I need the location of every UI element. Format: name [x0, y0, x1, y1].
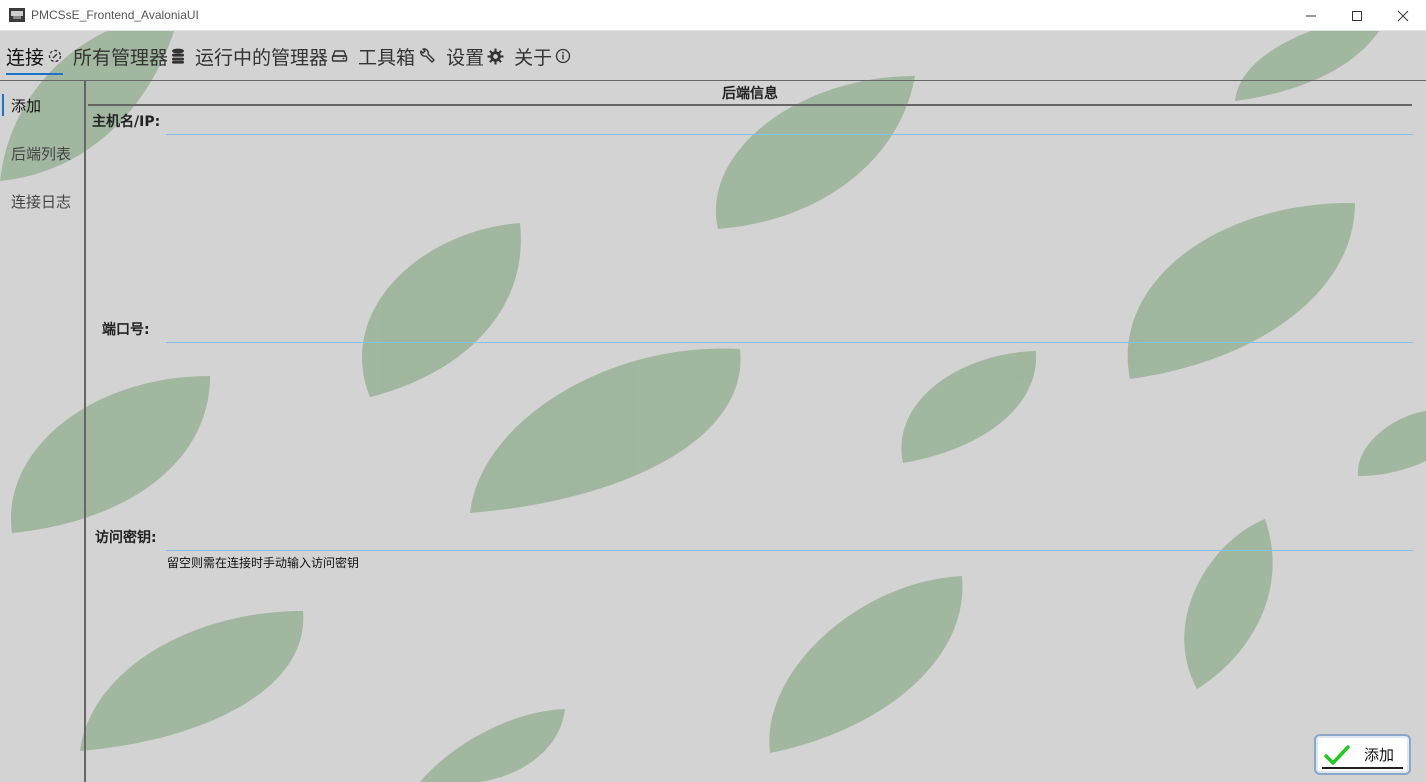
button-focus-underline — [1322, 767, 1403, 769]
tab-label: 运行中的管理器 — [195, 46, 329, 69]
sidebar-item-label: 连接日志 — [11, 192, 72, 211]
close-icon — [1397, 10, 1409, 21]
tab-toolbox[interactable]: 工具箱 — [358, 31, 436, 81]
tab-about[interactable]: 关于 — [514, 31, 571, 81]
port-label: 端口号: — [102, 322, 150, 338]
info-icon — [555, 48, 571, 64]
tab-label: 关于 — [514, 46, 553, 69]
add-button-label: 添加 — [1364, 746, 1395, 764]
backend-info-header: 后端信息 — [88, 82, 1412, 106]
minimize-button[interactable] — [1288, 0, 1334, 31]
maximize-button[interactable] — [1334, 0, 1380, 31]
tab-label: 设置 — [446, 46, 485, 69]
access-key-hint: 留空则需在连接时手动输入访问密钥 — [167, 556, 360, 570]
tab-settings[interactable]: 设置 — [446, 31, 504, 81]
hard-drive-icon — [331, 49, 348, 63]
tab-connect[interactable]: 连接 — [6, 31, 64, 81]
title-bar: PMCSsE_Frontend_AvaloniaUI — [0, 0, 1426, 31]
sidebar: 添加 后端列表 连接日志 — [0, 81, 86, 782]
sidebar-item-backend-list[interactable]: 后端列表 — [0, 129, 84, 177]
sidebar-item-label: 添加 — [11, 96, 42, 115]
window-title: PMCSsE_Frontend_AvaloniaUI — [31, 8, 199, 22]
host-input[interactable] — [166, 111, 1413, 135]
tab-label: 工具箱 — [358, 46, 416, 69]
close-button[interactable] — [1380, 0, 1426, 31]
plug-icon — [47, 48, 63, 64]
tab-running-managers[interactable]: 运行中的管理器 — [195, 31, 348, 81]
leaf-background-image — [0, 31, 1426, 782]
sidebar-item-add[interactable]: 添加 — [0, 81, 84, 129]
minimize-icon — [1306, 15, 1316, 16]
host-label: 主机名/IP: — [92, 114, 161, 130]
add-button[interactable]: 添加 — [1314, 734, 1411, 775]
access-key-input[interactable] — [166, 527, 1413, 551]
gear-icon — [487, 48, 504, 65]
top-tab-bar: 连接 所有管理器 运行中的管理器 工具箱 设置 关于 — [0, 31, 581, 81]
sidebar-item-connection-log[interactable]: 连接日志 — [0, 177, 84, 225]
database-icon — [171, 48, 185, 64]
tab-all-managers[interactable]: 所有管理器 — [73, 31, 185, 81]
access-key-label: 访问密钥: — [95, 530, 157, 546]
tab-label: 所有管理器 — [73, 46, 169, 69]
tab-label: 连接 — [6, 46, 45, 69]
sidebar-item-label: 后端列表 — [11, 144, 72, 163]
app-icon — [9, 8, 25, 22]
tab-divider — [0, 80, 1426, 81]
port-input[interactable] — [166, 319, 1413, 343]
wrench-icon — [418, 48, 436, 64]
maximize-icon — [1352, 10, 1362, 21]
checkmark-icon — [1324, 744, 1350, 765]
main-content: 连接 所有管理器 运行中的管理器 工具箱 设置 关于 添加 后端列表 连接日志 … — [0, 31, 1426, 782]
